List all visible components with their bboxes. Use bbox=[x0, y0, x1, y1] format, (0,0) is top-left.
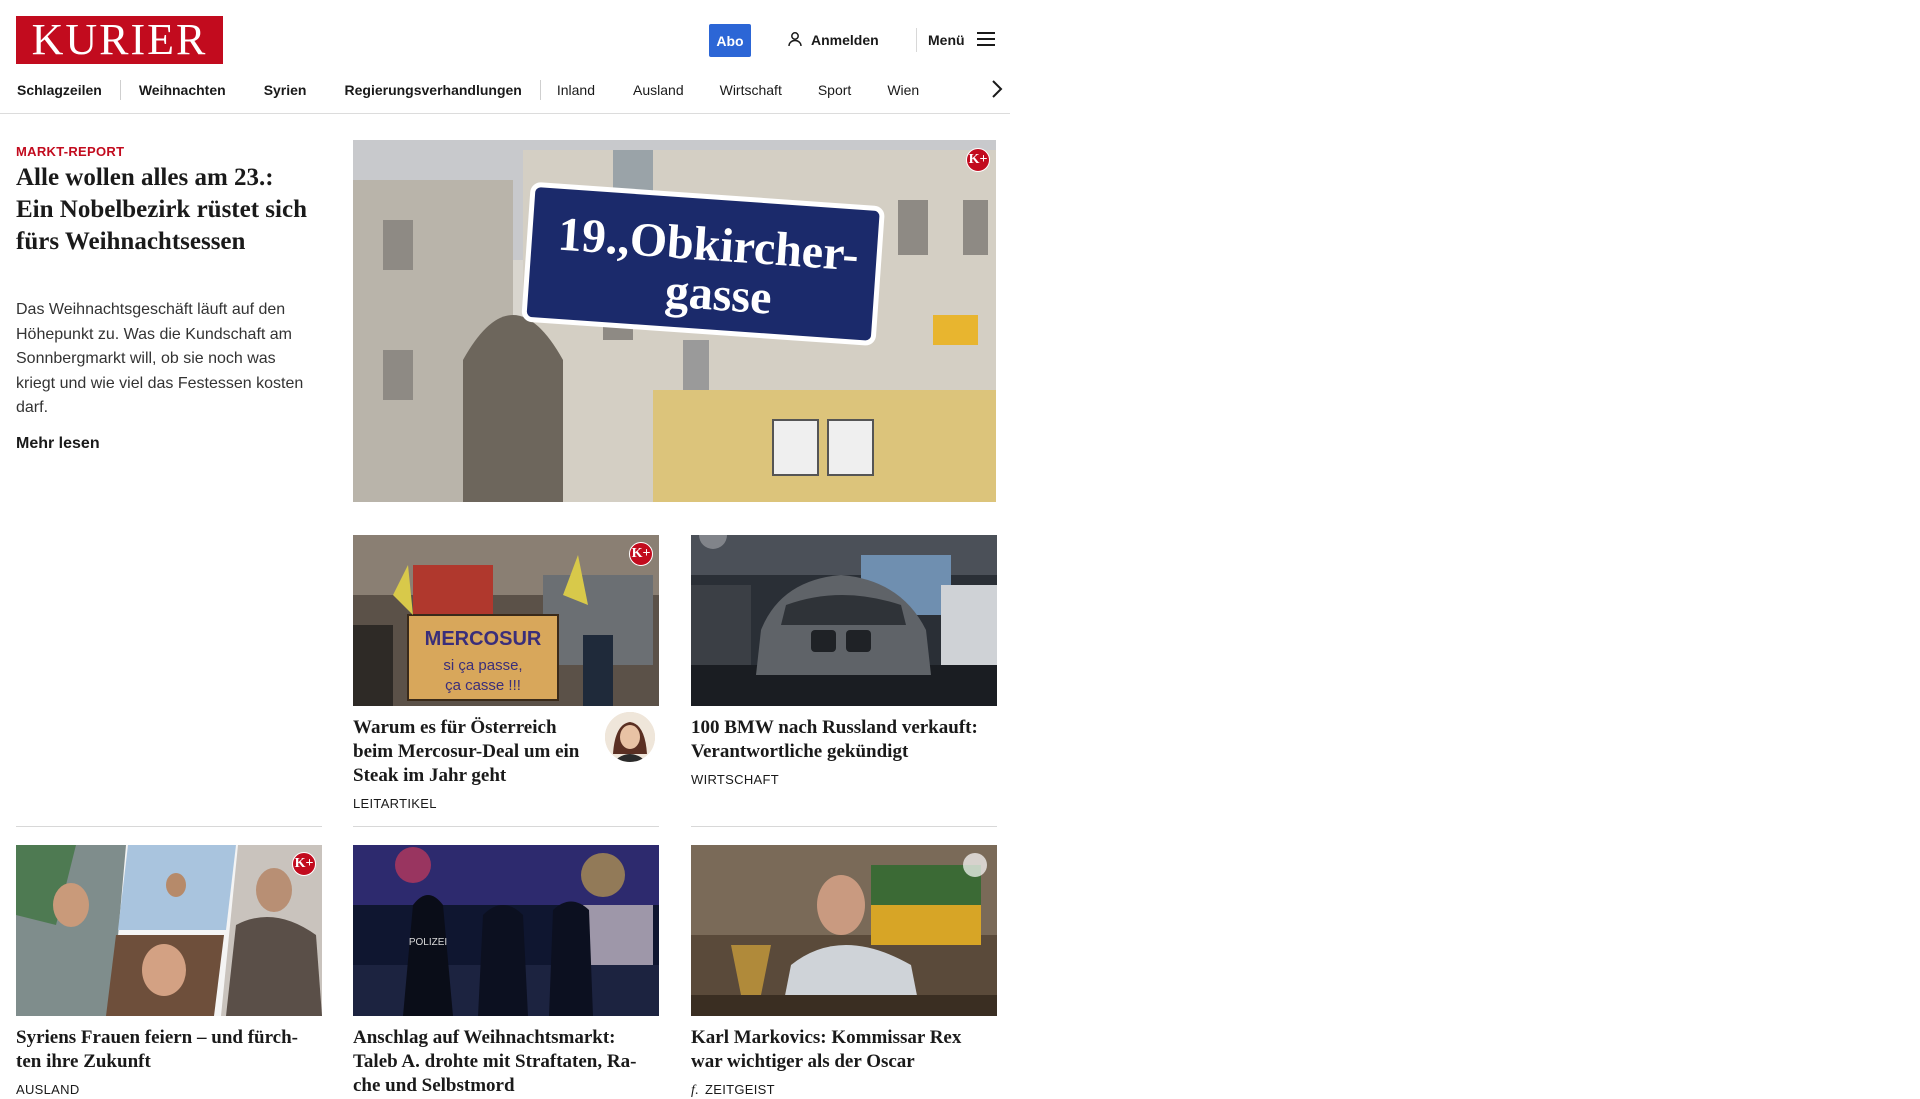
nav-item-inland[interactable]: Inland bbox=[541, 82, 613, 98]
nav-item-regierungsverhandlungen[interactable]: Regierungsverhandlungen bbox=[327, 82, 540, 98]
card-headline[interactable]: Karl Markovics: Kommissar Rex war wichti… bbox=[691, 1026, 991, 1074]
user-icon bbox=[787, 31, 803, 50]
sign-line-2: gasse bbox=[663, 264, 773, 324]
page: KURIER Abo Anmelden Menü Schlagzeilen We… bbox=[0, 0, 1010, 1098]
row-divider bbox=[16, 826, 322, 827]
row-divider bbox=[691, 826, 997, 827]
card-category[interactable]: f. ZEITGEIST bbox=[691, 1082, 775, 1099]
menu-button[interactable]: Menü bbox=[928, 28, 995, 52]
nav-item-wien[interactable]: Wien bbox=[869, 82, 937, 98]
abo-button[interactable]: Abo bbox=[709, 24, 751, 57]
card-image-mercosur[interactable]: MERCOSUR si ça passe, ça casse !!! K+ bbox=[353, 535, 659, 706]
premium-badge: K+ bbox=[629, 542, 653, 566]
card-image-syrien[interactable]: K+ bbox=[16, 845, 322, 1016]
nav-item-wirtschaft[interactable]: Wirtschaft bbox=[702, 82, 800, 98]
login-button[interactable]: Anmelden bbox=[787, 28, 879, 52]
nav-divider-line bbox=[0, 113, 1010, 114]
card-headline[interactable]: 100 BMW nach Russland verkauft: Verantwo… bbox=[691, 716, 991, 764]
author-avatar bbox=[605, 712, 655, 762]
menu-label: Menü bbox=[928, 32, 965, 48]
main-nav: Schlagzeilen Weihnachten Syrien Regierun… bbox=[16, 76, 1006, 104]
premium-badge: K+ bbox=[966, 148, 990, 172]
nav-item-schlagzeilen[interactable]: Schlagzeilen bbox=[16, 82, 120, 98]
lead-image[interactable]: 19.,Obkircher- gasse K+ bbox=[353, 140, 996, 502]
nav-item-sport[interactable]: Sport bbox=[800, 82, 869, 98]
card-category[interactable]: WIRTSCHAFT bbox=[691, 772, 779, 787]
card-headline[interactable]: Anschlag auf Weihnachtsmarkt: Taleb A. d… bbox=[353, 1026, 653, 1098]
card-category[interactable]: AUSLAND bbox=[16, 1082, 80, 1097]
card-category[interactable]: LEITARTIKEL bbox=[353, 796, 437, 811]
lead-teaser: Das Weihnachtsgeschäft läuft auf den Höh… bbox=[16, 301, 304, 416]
nav-item-weihnachten[interactable]: Weihnachten bbox=[121, 82, 244, 98]
zeitgeist-icon: f. bbox=[691, 1083, 699, 1098]
row-divider bbox=[353, 826, 659, 827]
svg-text:si ça passe,: si ça passe, bbox=[443, 657, 522, 674]
premium-badge: K+ bbox=[292, 852, 316, 876]
read-more-link[interactable]: Mehr lesen bbox=[16, 435, 100, 453]
card-image-anschlag[interactable]: POLIZEI bbox=[353, 845, 659, 1016]
svg-text:MERCOSUR: MERCOSUR bbox=[425, 628, 542, 650]
lead-headline[interactable]: Alle wollen alles am 23.: Ein Nobelbezir… bbox=[16, 162, 316, 258]
card-category-label: ZEITGEIST bbox=[705, 1082, 775, 1097]
login-label: Anmelden bbox=[811, 32, 879, 48]
nav-item-ausland[interactable]: Ausland bbox=[613, 82, 702, 98]
polizei-text: POLIZEI bbox=[409, 937, 447, 948]
header-divider bbox=[916, 28, 917, 52]
card-headline[interactable]: Syriens Frauen feiern – und fürch-ten ih… bbox=[16, 1026, 316, 1074]
card-headline[interactable]: Warum es für Österreich beim Mercosur-De… bbox=[353, 716, 583, 788]
lead-kicker: MARKT-REPORT bbox=[16, 144, 125, 159]
hamburger-icon bbox=[976, 31, 995, 49]
card-image-bmw[interactable] bbox=[691, 535, 997, 706]
nav-item-syrien[interactable]: Syrien bbox=[244, 82, 327, 98]
svg-text:ça casse !!!: ça casse !!! bbox=[445, 677, 521, 694]
card-image-markovics[interactable] bbox=[691, 845, 997, 1016]
chevron-right-icon[interactable] bbox=[990, 78, 1004, 103]
kurier-logo[interactable]: KURIER bbox=[16, 16, 223, 64]
